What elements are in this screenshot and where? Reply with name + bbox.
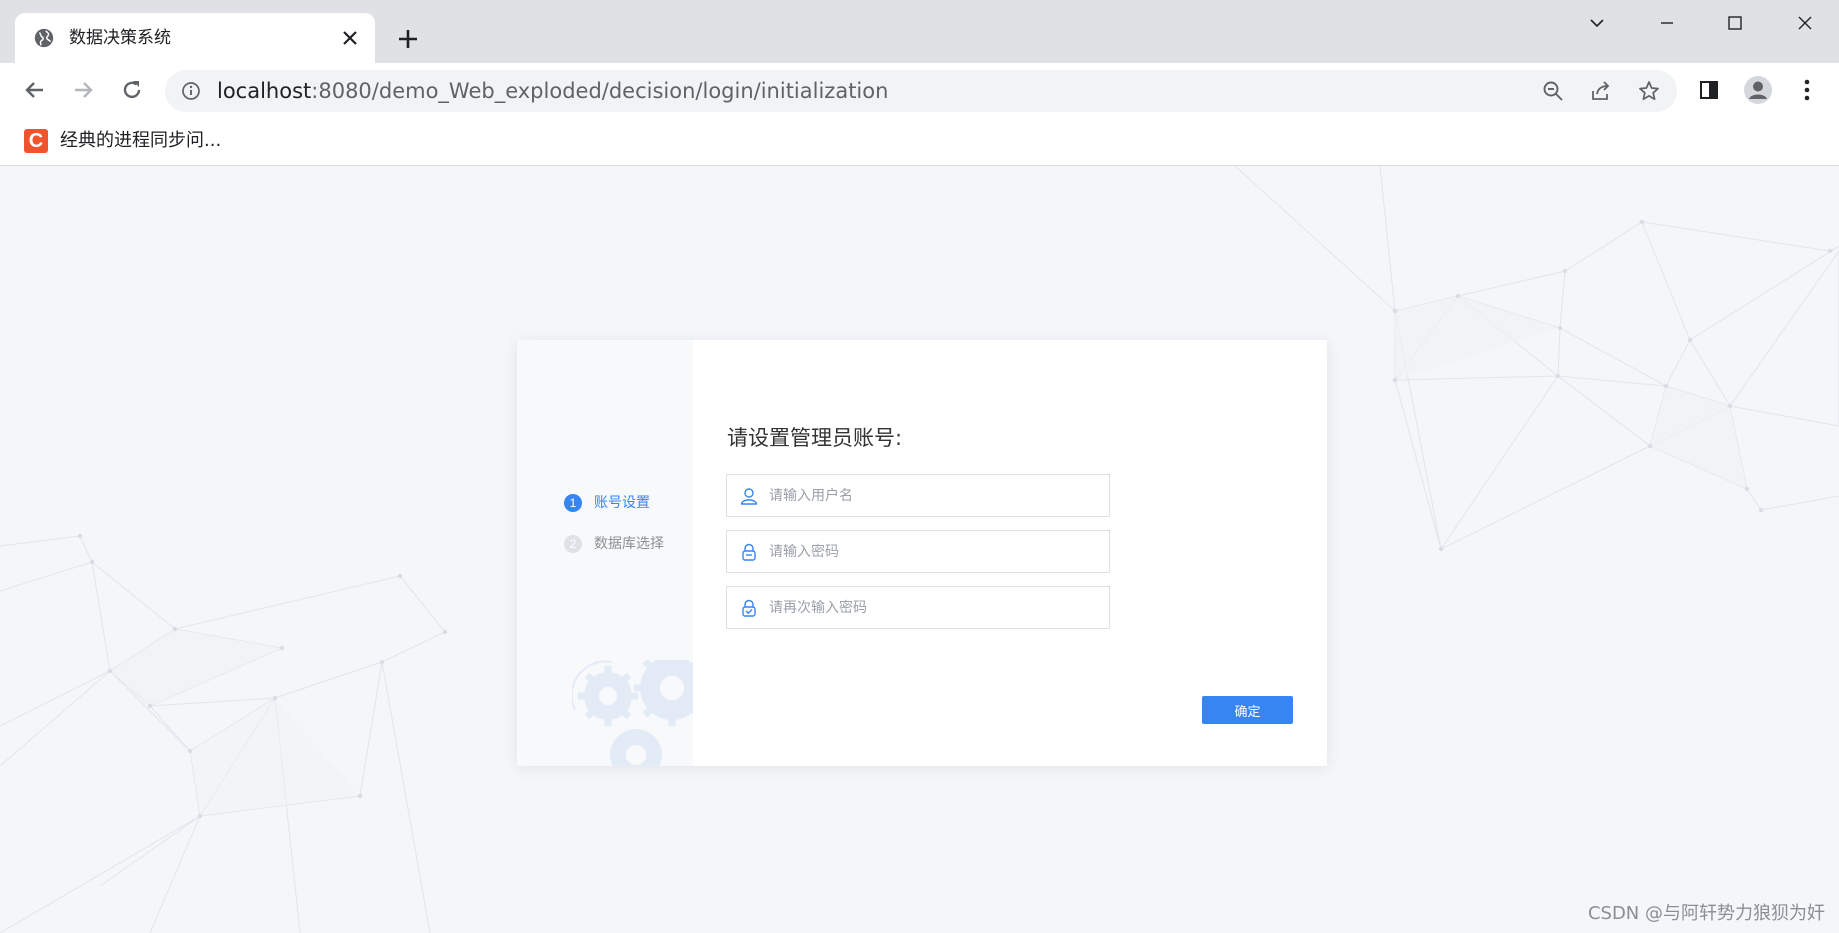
chevron-down-icon [1590, 19, 1604, 28]
csdn-logo-icon: C [24, 129, 48, 153]
tab-search-button[interactable] [1577, 8, 1617, 38]
tab-strip: 数据决策系统 [0, 0, 1839, 63]
side-panel-icon[interactable] [1697, 78, 1721, 102]
url-text: localhost:8080/demo_Web_exploded/decisio… [217, 79, 888, 103]
reload-icon[interactable] [119, 77, 145, 103]
new-tab-icon[interactable] [394, 25, 422, 53]
address-bar[interactable]: localhost:8080/demo_Web_exploded/decisio… [165, 70, 1677, 112]
username-field[interactable] [726, 474, 1110, 517]
step-label: 账号设置 [594, 495, 650, 511]
zoom-out-icon[interactable] [1541, 79, 1565, 103]
url-path: :8080/demo_Web_exploded/decision/login/i… [311, 79, 889, 103]
page-content: 1 账号设置 2 数据库选择 请设置管理员账号: 请输入用户名 确定 CSDN … [0, 166, 1839, 933]
minimize-button[interactable] [1647, 8, 1687, 38]
form-title: 请设置管理员账号: [727, 426, 903, 450]
close-icon[interactable] [338, 26, 362, 50]
step-number: 1 [564, 494, 582, 512]
share-icon[interactable] [1589, 79, 1613, 103]
step-number: 2 [564, 535, 582, 553]
close-window-button[interactable] [1785, 8, 1825, 38]
globe-icon [34, 28, 54, 48]
browser-tab[interactable]: 数据决策系统 [15, 13, 375, 63]
username-input[interactable] [769, 483, 1089, 509]
back-arrow-icon[interactable] [22, 77, 48, 103]
password-input[interactable] [769, 539, 1089, 565]
url-host: localhost [217, 79, 312, 103]
step-label: 数据库选择 [594, 536, 664, 552]
bookmarks-bar: C 经典的进程同步问... [0, 118, 1839, 166]
gears-illustration [572, 660, 693, 766]
maximize-button[interactable] [1715, 8, 1755, 38]
bookmark-label: 经典的进程同步问... [60, 130, 222, 151]
maximize-icon [1728, 16, 1742, 30]
forward-arrow-icon[interactable] [70, 77, 96, 103]
minimize-icon [1661, 22, 1673, 24]
profile-avatar-icon[interactable] [1743, 75, 1773, 105]
lock-icon [742, 543, 756, 561]
kebab-menu-icon[interactable] [1797, 77, 1817, 103]
setup-card: 1 账号设置 2 数据库选择 请设置管理员账号: 请输入用户名 确定 [517, 340, 1327, 766]
steps-panel: 1 账号设置 2 数据库选择 [517, 340, 693, 766]
confirm-password-field[interactable] [726, 586, 1110, 629]
browser-toolbar: localhost:8080/demo_Web_exploded/decisio… [0, 63, 1839, 118]
bookmark-star-icon[interactable] [1637, 79, 1661, 103]
info-icon[interactable] [181, 81, 201, 101]
confirm-password-input[interactable] [769, 595, 1089, 621]
confirm-button[interactable]: 确定 [1202, 696, 1293, 724]
lock-check-icon [742, 599, 756, 617]
password-field[interactable] [726, 530, 1110, 573]
close-icon [1798, 16, 1812, 30]
user-icon [740, 488, 758, 505]
watermark: CSDN @与阿轩势力狼狈为奸 [1587, 903, 1825, 924]
tab-title: 数据决策系统 [69, 28, 171, 48]
